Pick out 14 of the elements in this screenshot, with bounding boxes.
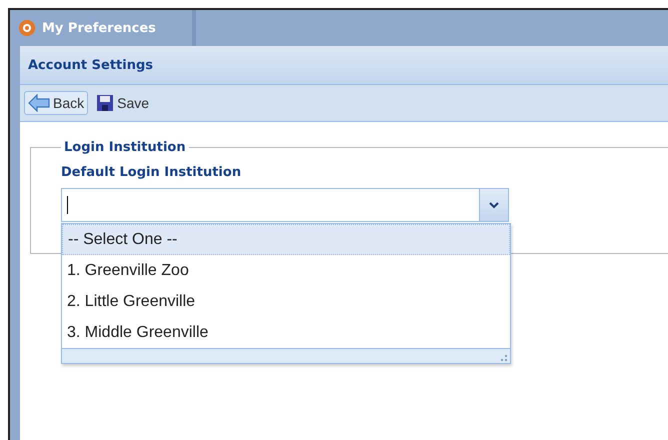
chevron-down-icon [489,202,499,208]
floppy-icon [96,94,114,112]
dropdown-option[interactable]: -- Select One -- [62,224,510,255]
field-label: Default Login Institution [61,165,242,180]
arrow-icon [28,94,50,112]
dropdown-option[interactable]: 1. Greenville Zoo [62,255,510,286]
dropdown-option[interactable]: 2. Little Greenville [62,286,510,317]
dropdown-option[interactable]: 3. Middle Greenville [62,317,510,348]
resize-grip-icon [501,355,507,361]
panel-title: Account Settings [28,58,154,72]
back-button[interactable]: Back [24,91,88,115]
fieldset-legend: Login Institution [61,140,189,155]
save-button[interactable]: Save [92,91,154,115]
window-title: My Preferences [42,20,156,36]
